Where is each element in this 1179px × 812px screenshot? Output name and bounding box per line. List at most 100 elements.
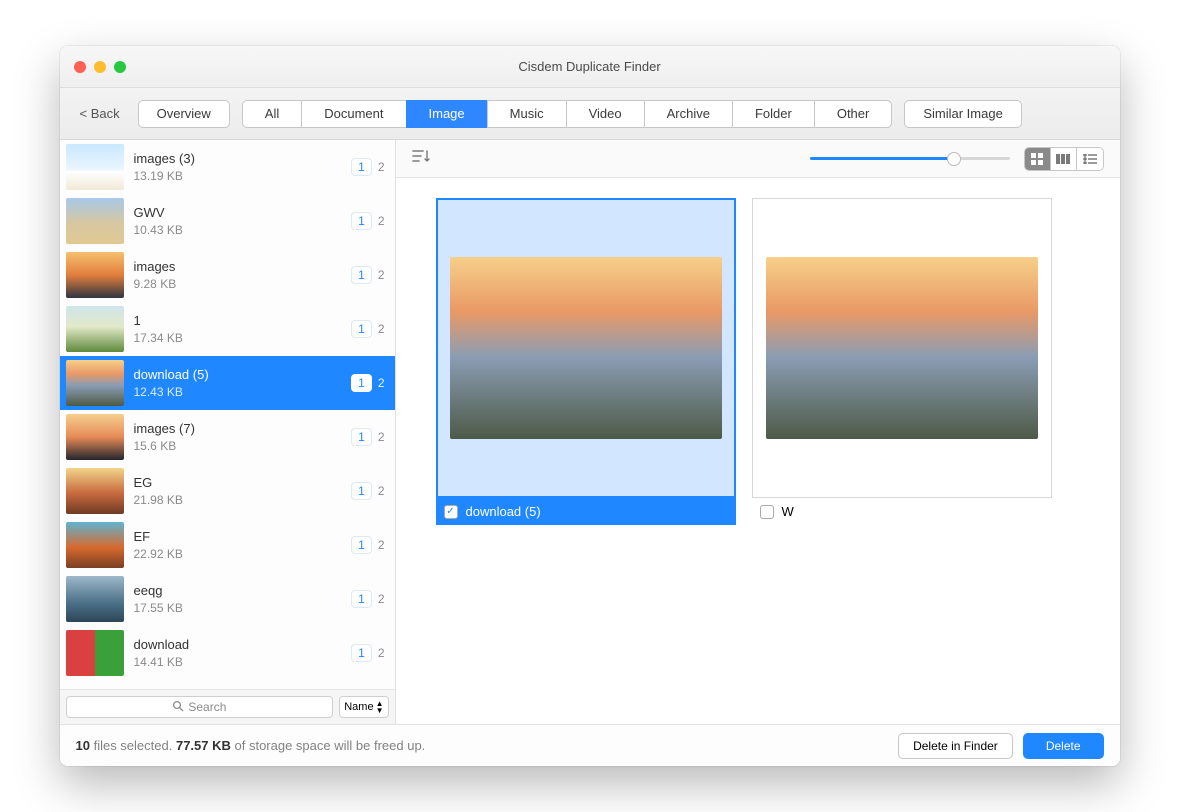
group-size: 13.19 KB [134,168,342,184]
select-checkbox[interactable]: ✓ [444,505,458,519]
row-text: download (5)12.43 KB [134,366,342,400]
image-frame [752,198,1052,498]
group-name: 1 [134,312,342,330]
row-text: images (7)15.6 KB [134,420,342,454]
preview-card[interactable]: ✓ download (5) [436,198,736,704]
sort-label: Name [344,701,373,713]
row-text: download14.41 KB [134,636,342,670]
total-count: 2 [378,214,385,228]
count-badges: 12 [351,644,384,662]
row-text: eeqg17.55 KB [134,582,342,616]
maximize-button[interactable] [114,61,126,73]
total-count: 2 [378,538,385,552]
sort-arrows-icon: ▲▼ [376,700,384,714]
close-button[interactable] [74,61,86,73]
sidebar: images (3)13.19 KB12GWV10.43 KB12images9… [60,140,396,724]
row-text: 117.34 KB [134,312,342,346]
list-item[interactable]: eeqg17.55 KB 12 [60,572,395,626]
list-item[interactable]: EF22.92 KB 12 [60,518,395,572]
list-item[interactable]: 117.34 KB1 2 [60,302,395,356]
count-badges: 12 [351,536,384,554]
similar-image-button[interactable]: Similar Image [904,100,1021,128]
count-badges: 12 [351,590,384,608]
list-item[interactable]: images (7)15.6 KB12 [60,410,395,464]
select-checkbox[interactable] [760,505,774,519]
group-name: GWV [134,204,342,222]
sort-icon[interactable] [412,149,430,168]
tab-image[interactable]: Image [406,100,487,128]
title-bar: Cisdem Duplicate Finder [60,46,1120,88]
tab-folder[interactable]: Folder [732,100,814,128]
group-size: 17.34 KB [134,330,342,346]
delete-button[interactable]: Delete [1023,733,1104,759]
total-count: 2 [378,484,385,498]
zoom-slider[interactable] [810,157,1010,160]
group-name: EF [134,528,342,546]
preview-image [450,257,722,439]
selected-count: 1 [351,590,372,608]
thumbnail [66,414,124,460]
tab-archive[interactable]: Archive [644,100,732,128]
total-count: 2 [378,322,385,336]
total-count: 2 [378,430,385,444]
row-text: EF22.92 KB [134,528,342,562]
group-name: download [134,636,342,654]
group-name: download (5) [134,366,342,384]
duplicate-groups-list[interactable]: images (3)13.19 KB12GWV10.43 KB12images9… [60,140,395,689]
thumbnail [66,144,124,190]
caption-row: W [752,498,1052,525]
content-panel: ✓ download (5) W [396,140,1120,724]
caption-label: download (5) [466,504,541,519]
selected-count: 1 [351,536,372,554]
columns-view-button[interactable] [1051,148,1077,170]
total-count: 2 [378,160,385,174]
view-mode-toggle [1024,147,1104,171]
category-tabs: AllDocumentImageMusicVideoArchiveFolderO… [242,100,893,128]
grid-view-button[interactable] [1025,148,1051,170]
caption-row: ✓ download (5) [436,498,736,525]
list-item[interactable]: EG21.98 KB12 [60,464,395,518]
minimize-button[interactable] [94,61,106,73]
tab-other[interactable]: Other [814,100,893,128]
selected-count: 1 [351,266,372,284]
tab-music[interactable]: Music [487,100,566,128]
selected-count: 1 [351,482,372,500]
caption-label: W [782,504,794,519]
window-title: Cisdem Duplicate Finder [518,59,660,74]
group-size: 17.55 KB [134,600,342,616]
tab-video[interactable]: Video [566,100,644,128]
selected-count: 1 [351,644,372,662]
content-toolbar [396,140,1120,178]
tab-all[interactable]: All [242,100,301,128]
count-badges: 12 [351,212,384,230]
status-bar: 10 files selected. 77.57 KB of storage s… [60,724,1120,766]
tab-document[interactable]: Document [301,100,405,128]
thumbnail [66,630,124,676]
list-item[interactable]: download (5)12.43 KB 12 [60,356,395,410]
search-input[interactable]: Search [66,696,334,718]
sidebar-footer: Search Name ▲▼ [60,689,395,724]
selected-count: 1 [351,212,372,230]
sort-select[interactable]: Name ▲▼ [339,696,388,718]
row-text: GWV10.43 KB [134,204,342,238]
list-item[interactable]: images (3)13.19 KB12 [60,140,395,194]
selected-count: 1 [351,374,372,392]
total-count: 2 [378,268,385,282]
list-item[interactable]: download14.41 KB 12 [60,626,395,680]
count-badges: 12 [351,158,384,176]
count-badges: 12 [351,374,384,392]
thumbnail [66,468,124,514]
list-view-button[interactable] [1077,148,1103,170]
delete-in-finder-button[interactable]: Delete in Finder [898,733,1013,759]
preview-card[interactable]: W [752,198,1052,704]
count-badges: 12 [351,482,384,500]
list-item[interactable]: GWV10.43 KB 12 [60,194,395,248]
group-size: 10.43 KB [134,222,342,238]
image-frame [436,198,736,498]
preview-grid: ✓ download (5) W [396,178,1120,724]
total-count: 2 [378,592,385,606]
back-button[interactable]: < Back [74,102,126,125]
thumbnail [66,306,124,352]
list-item[interactable]: images9.28 KB12 [60,248,395,302]
overview-button[interactable]: Overview [138,100,230,128]
